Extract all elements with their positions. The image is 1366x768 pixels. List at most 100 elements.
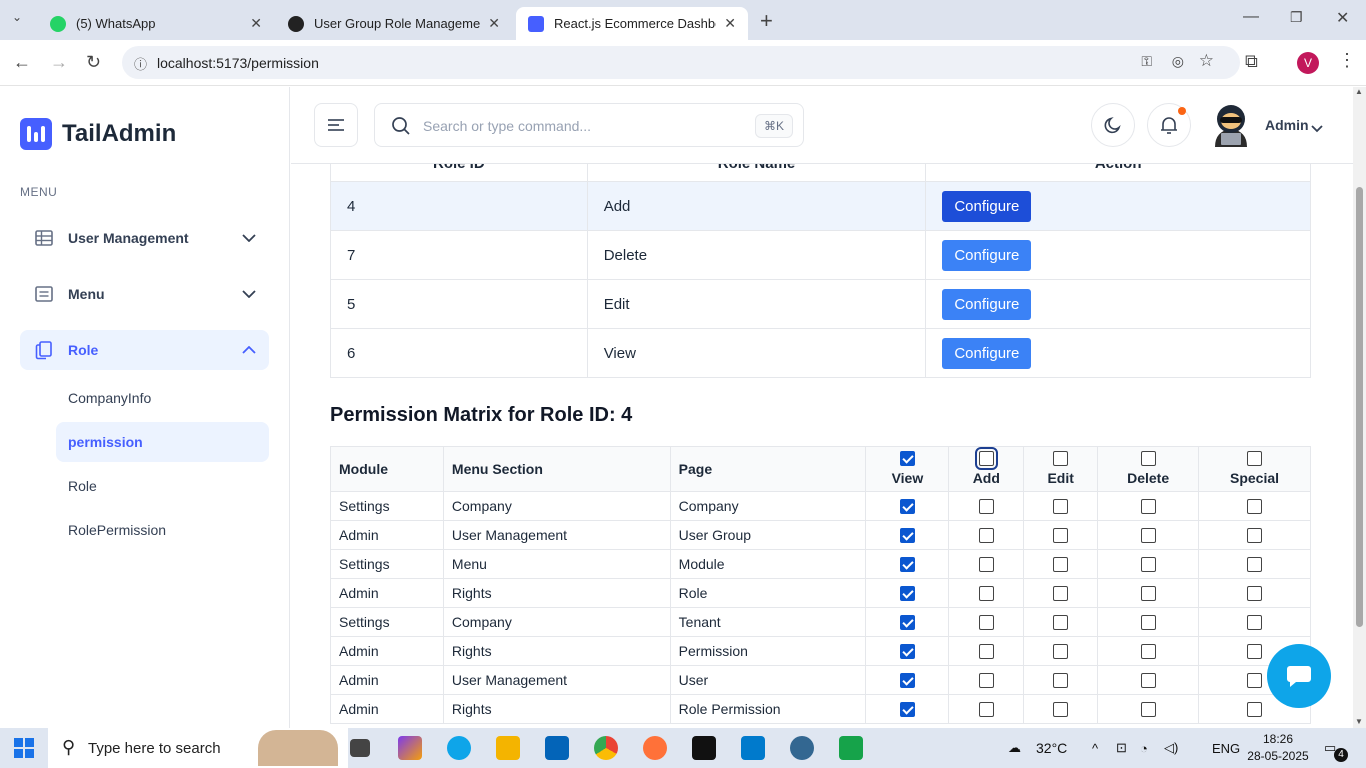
volume-icon[interactable]: ◁): [1164, 728, 1178, 768]
windows-start-icon[interactable]: [14, 738, 34, 763]
add-checkbox[interactable]: [978, 702, 994, 718]
configure-button[interactable]: Configure: [942, 239, 1032, 271]
terminal-icon[interactable]: [692, 736, 716, 760]
view-checkbox[interactable]: [899, 644, 915, 660]
sidebar-subitem-companyinfo[interactable]: CompanyInfo: [56, 378, 269, 418]
view-checkbox[interactable]: [899, 499, 915, 515]
weather-icon[interactable]: ☁: [1008, 728, 1021, 768]
delete-checkbox[interactable]: [1140, 557, 1156, 573]
sidebar-item-user-management[interactable]: User Management: [20, 218, 269, 258]
special-checkbox[interactable]: [1247, 528, 1263, 544]
special-checkbox[interactable]: [1247, 644, 1263, 660]
chrome-icon[interactable]: [594, 736, 618, 760]
vscode-icon[interactable]: [741, 736, 765, 760]
search-input[interactable]: Search or type command... ⌘K: [374, 103, 804, 147]
chevron-down-icon[interactable]: [1311, 120, 1323, 138]
task-view-icon[interactable]: [350, 739, 370, 757]
postgres-icon[interactable]: [790, 736, 814, 760]
firefox-icon[interactable]: [643, 736, 667, 760]
edit-checkbox[interactable]: [1053, 702, 1069, 718]
add-checkbox[interactable]: [978, 499, 994, 515]
delete-checkbox[interactable]: [1140, 499, 1156, 515]
sidebar-subitem-role[interactable]: Role: [56, 466, 269, 506]
window-close-icon[interactable]: ✕: [1336, 8, 1349, 28]
add-checkbox[interactable]: [978, 557, 994, 573]
forward-icon[interactable]: →: [50, 52, 68, 73]
close-icon[interactable]: ✕: [250, 15, 262, 32]
language-indicator[interactable]: ENG: [1212, 728, 1240, 768]
restore-icon[interactable]: ❐: [1290, 9, 1303, 26]
special-checkbox[interactable]: [1247, 557, 1263, 573]
view-checkbox[interactable]: [899, 615, 915, 631]
view-checkbox[interactable]: [899, 586, 915, 602]
sidebar-subitem-permission[interactable]: permission: [56, 422, 269, 462]
copilot-icon[interactable]: [398, 736, 422, 760]
special-checkbox[interactable]: [1247, 615, 1263, 631]
delete-checkbox[interactable]: [1140, 586, 1156, 602]
select-all-edit-checkbox[interactable]: [1053, 451, 1069, 466]
delete-checkbox[interactable]: [1140, 673, 1156, 689]
sidebar-item-role[interactable]: Role: [20, 330, 269, 370]
taskbar-search-input[interactable]: ⚲ Type here to search: [48, 728, 348, 768]
add-checkbox[interactable]: [978, 586, 994, 602]
view-checkbox[interactable]: [899, 528, 915, 544]
tray-chevron-icon[interactable]: ^: [1092, 728, 1098, 768]
site-info-icon[interactable]: ⓘ: [134, 54, 147, 73]
outlook-icon[interactable]: [545, 736, 569, 760]
view-checkbox[interactable]: [899, 673, 915, 689]
special-checkbox[interactable]: [1247, 702, 1263, 718]
notifications-button[interactable]: [1147, 103, 1191, 147]
sidebar-item-menu[interactable]: Menu: [20, 274, 269, 314]
special-checkbox[interactable]: [1247, 499, 1263, 515]
sidebar-subitem-rolepermission[interactable]: RolePermission: [56, 510, 269, 550]
edit-checkbox[interactable]: [1053, 586, 1069, 602]
scrollbar-thumb[interactable]: [1356, 187, 1363, 627]
sheets-icon[interactable]: [839, 736, 863, 760]
notification-center-icon[interactable]: ▭: [1324, 728, 1336, 768]
tab-search-icon[interactable]: ⌄: [12, 10, 22, 24]
special-checkbox[interactable]: [1247, 673, 1263, 689]
view-checkbox[interactable]: [899, 702, 915, 718]
configure-button[interactable]: Configure: [942, 337, 1032, 369]
tab-user-group[interactable]: User Group Role Management ✕: [276, 7, 512, 40]
edit-checkbox[interactable]: [1053, 528, 1069, 544]
select-all-add-checkbox[interactable]: [974, 447, 998, 470]
user-name[interactable]: Admin: [1265, 117, 1309, 133]
minimize-icon[interactable]: —: [1243, 8, 1259, 26]
extensions-icon[interactable]: ⧉: [1245, 51, 1258, 72]
clock[interactable]: 18:26 28-05-2025: [1246, 731, 1310, 765]
special-checkbox[interactable]: [1247, 586, 1263, 602]
add-checkbox[interactable]: [978, 673, 994, 689]
add-checkbox[interactable]: [978, 615, 994, 631]
select-all-view-checkbox[interactable]: [899, 451, 915, 466]
select-all-delete-checkbox[interactable]: [1140, 451, 1156, 466]
configure-button[interactable]: Configure: [942, 288, 1032, 320]
close-icon[interactable]: ✕: [488, 15, 500, 32]
delete-checkbox[interactable]: [1140, 615, 1156, 631]
bookmark-star-icon[interactable]: ☆: [1199, 51, 1214, 71]
url-field[interactable]: ⓘ localhost:5173/permission ⚿ ◎ ☆: [122, 46, 1240, 79]
select-all-special-checkbox[interactable]: [1247, 451, 1263, 466]
delete-checkbox[interactable]: [1140, 528, 1156, 544]
profile-avatar[interactable]: V: [1297, 52, 1319, 74]
avatar[interactable]: [1209, 101, 1253, 149]
back-icon[interactable]: ←: [13, 52, 31, 73]
tab-whatsapp[interactable]: (5) WhatsApp ✕: [38, 7, 274, 40]
tab-dashboard[interactable]: React.js Ecommerce Dashboard ✕: [516, 7, 748, 40]
chat-button[interactable]: [1267, 644, 1331, 708]
add-checkbox[interactable]: [978, 528, 994, 544]
network-icon[interactable]: ⊡: [1116, 728, 1127, 768]
add-checkbox[interactable]: [978, 644, 994, 660]
new-tab-icon[interactable]: +: [760, 8, 773, 34]
browser-menu-icon[interactable]: ⋮: [1338, 50, 1356, 71]
edit-checkbox[interactable]: [1053, 557, 1069, 573]
password-key-icon[interactable]: ⚿: [1141, 53, 1152, 70]
edge-icon[interactable]: [447, 736, 471, 760]
page-scrollbar[interactable]: ▲ ▼: [1353, 87, 1366, 728]
view-checkbox[interactable]: [899, 557, 915, 573]
eye-off-icon[interactable]: ◎: [1172, 53, 1184, 70]
delete-checkbox[interactable]: [1140, 702, 1156, 718]
file-explorer-icon[interactable]: [496, 736, 520, 760]
edit-checkbox[interactable]: [1053, 615, 1069, 631]
wifi-icon[interactable]: ◔: [1140, 728, 1148, 768]
